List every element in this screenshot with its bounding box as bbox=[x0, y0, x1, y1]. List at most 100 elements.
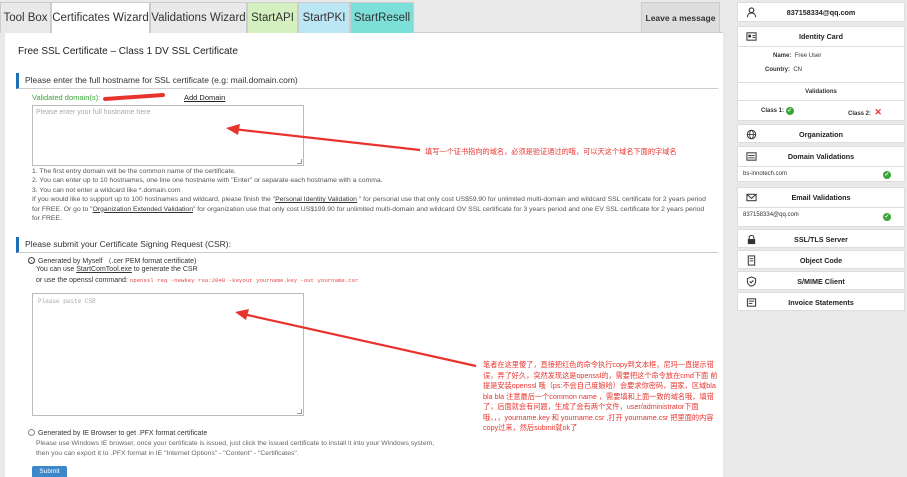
csr-text: or use the openssl command: bbox=[36, 277, 128, 284]
ie-description: Please use Windows IE browser, once your… bbox=[36, 439, 536, 459]
email-row: 837158334@qq.com bbox=[743, 212, 799, 218]
tab-startpki[interactable]: StartPKI bbox=[298, 2, 350, 33]
user-icon bbox=[746, 7, 757, 18]
hostname-section-heading: Please enter the full hostname for SSL c… bbox=[16, 73, 718, 89]
identity-card-title: Identity Card bbox=[799, 32, 843, 41]
resize-grip[interactable] bbox=[297, 159, 302, 164]
globe-icon bbox=[746, 129, 757, 140]
object-code-header: Object Code bbox=[738, 251, 904, 270]
domain-row: bs-innotech.com bbox=[743, 171, 788, 177]
tab-validations-wizard[interactable]: Validations Wizard bbox=[150, 2, 247, 33]
csr-section-heading: Please submit your Certificate Signing R… bbox=[16, 237, 718, 253]
smime-header: S/MIME Client bbox=[738, 272, 904, 291]
csr-option-ie[interactable]: Generated by IE Browser to get .PFX form… bbox=[28, 429, 207, 437]
csr-text: to generate the CSR bbox=[131, 266, 198, 273]
invoice-card[interactable]: Invoice Statements bbox=[737, 292, 905, 311]
organization-card[interactable]: Organization bbox=[737, 124, 905, 143]
object-code-card[interactable]: Object Code bbox=[737, 250, 905, 269]
openssl-line: or use the openssl command: openssl req … bbox=[36, 277, 358, 284]
hostname-input[interactable]: Please enter your full hostname here bbox=[32, 105, 304, 166]
csr-option-self-label: Generated by Myself （.cer PEM format cer… bbox=[38, 258, 197, 265]
check-icon: ✓ bbox=[883, 213, 891, 221]
csr-text: You can use bbox=[36, 266, 77, 273]
ssl-tls-card[interactable]: SSL/TLS Server bbox=[737, 229, 905, 248]
account-card[interactable]: 837158334@qq.com bbox=[737, 2, 905, 22]
account-header: 837158334@qq.com bbox=[738, 3, 904, 22]
csr-tool-line: You can use StartComTool.exe to generate… bbox=[36, 266, 198, 273]
organization-extended-validation-link[interactable]: Organization Extended Validation bbox=[93, 206, 193, 213]
account-email: 837158334@qq.com bbox=[786, 8, 856, 17]
email-validations-card: Email Validations 837158334@qq.com ✓ bbox=[737, 187, 905, 227]
personal-identity-validation-link[interactable]: Personal Identity Validation bbox=[275, 196, 357, 203]
country-row: Country: CN bbox=[765, 67, 802, 73]
smime-title: S/MIME Client bbox=[797, 277, 845, 286]
name-row: Name: Free User bbox=[773, 53, 821, 59]
list-icon bbox=[746, 152, 757, 161]
radio-unselected-icon[interactable] bbox=[28, 429, 35, 436]
name-value: Free User bbox=[794, 53, 822, 59]
ssl-tls-title: SSL/TLS Server bbox=[794, 235, 848, 244]
invoice-icon bbox=[746, 298, 757, 307]
submit-button[interactable]: Submit bbox=[32, 466, 67, 477]
startcomtool-link[interactable]: StartComTool.exe bbox=[76, 266, 132, 273]
email-validations-title: Email Validations bbox=[791, 193, 851, 202]
hostname-notes: 1. The first entry domain will be the co… bbox=[32, 167, 712, 223]
class1-label: Class 1: bbox=[761, 108, 785, 114]
country-value: CN bbox=[793, 67, 803, 73]
class2-label: Class 2: bbox=[848, 111, 872, 117]
csr-placeholder: Please paste CSR bbox=[38, 298, 96, 305]
identity-card: Identity Card Name: Free User Country: C… bbox=[737, 26, 905, 121]
add-domain-link[interactable]: Add Domain bbox=[184, 93, 225, 102]
annotation-csr: 笔者在这里傻了，直接把红色的命令执行copy到文本框，尼玛一直提示错误，弄了好久… bbox=[483, 360, 718, 432]
smime-card[interactable]: S/MIME Client bbox=[737, 271, 905, 290]
sidebar: 837158334@qq.com Identity Card Name: Fre… bbox=[737, 0, 907, 477]
tab-tool-box[interactable]: Tool Box bbox=[0, 2, 51, 33]
organization-title: Organization bbox=[799, 130, 843, 139]
invoice-header: Invoice Statements bbox=[738, 293, 904, 312]
class2-row: Class 2: ✕ bbox=[848, 107, 882, 118]
redaction-mark bbox=[102, 92, 166, 102]
domain-validations-card: Domain Validations bs-innotech.com ✓ bbox=[737, 146, 905, 182]
envelope-icon bbox=[746, 193, 757, 202]
object-code-title: Object Code bbox=[799, 256, 843, 265]
csr-option-self[interactable]: Generated by Myself （.cer PEM format cer… bbox=[28, 256, 196, 266]
note-line: 2. You can enter up to 10 hostnames, one… bbox=[32, 177, 383, 185]
validations-label: Validations bbox=[805, 89, 837, 95]
annotation-hostname: 填写一个证书指向的域名，必须是验证通过的哦，可以天这个域名下面的字域名 bbox=[425, 147, 677, 156]
class1-row: Class 1: ✓ bbox=[761, 107, 794, 115]
tab-startresell[interactable]: StartResell bbox=[350, 2, 414, 33]
note-line: 1. The first entry domain will be the co… bbox=[32, 168, 236, 175]
check-icon: ✓ bbox=[785, 107, 794, 115]
shield-icon bbox=[746, 276, 757, 287]
hostname-placeholder: Please enter your full hostname here bbox=[36, 109, 151, 116]
csr-input[interactable]: Please paste CSR bbox=[32, 293, 304, 416]
cross-icon: ✕ bbox=[874, 107, 882, 117]
leave-message-button[interactable]: Leave a message bbox=[641, 2, 720, 33]
id-card-icon bbox=[746, 32, 757, 41]
invoice-title: Invoice Statements bbox=[788, 298, 854, 307]
radio-selected-icon[interactable] bbox=[28, 257, 35, 264]
country-label: Country: bbox=[765, 67, 790, 73]
openssl-command: openssl req -newkey rsa:2048 -keyout you… bbox=[129, 277, 359, 284]
main-panel: Free SSL Certificate – Class 1 DV SSL Ce… bbox=[5, 33, 723, 477]
email-validations-header: Email Validations bbox=[738, 188, 904, 207]
note-line: 3. You can not enter a wildcard like *.d… bbox=[32, 186, 181, 194]
tab-certificates-wizard[interactable]: Certificates Wizard bbox=[51, 2, 150, 34]
tab-startapi[interactable]: StartAPI bbox=[247, 2, 298, 33]
organization-header: Organization bbox=[738, 125, 904, 144]
resize-grip[interactable] bbox=[297, 409, 302, 414]
ssl-tls-header: SSL/TLS Server bbox=[738, 230, 904, 249]
lock-icon bbox=[747, 234, 756, 245]
validations-title: Validations bbox=[738, 89, 904, 95]
validated-domains-label: Validated domain(s): bbox=[32, 93, 101, 102]
check-icon: ✓ bbox=[883, 171, 891, 179]
name-label: Name: bbox=[773, 53, 792, 59]
identity-card-header: Identity Card bbox=[738, 27, 904, 46]
tab-bar: Tool Box Certificates Wizard Validations… bbox=[0, 0, 723, 34]
ie-line: Please use Windows IE browser, once your… bbox=[36, 440, 435, 447]
document-icon bbox=[747, 255, 756, 266]
ie-line: then you can export it to .PFX format in… bbox=[36, 450, 299, 457]
note-paragraph: If you would like to support up to 100 h… bbox=[32, 195, 712, 223]
page-title: Free SSL Certificate – Class 1 DV SSL Ce… bbox=[18, 46, 238, 57]
domain-validations-title: Domain Validations bbox=[787, 152, 855, 161]
